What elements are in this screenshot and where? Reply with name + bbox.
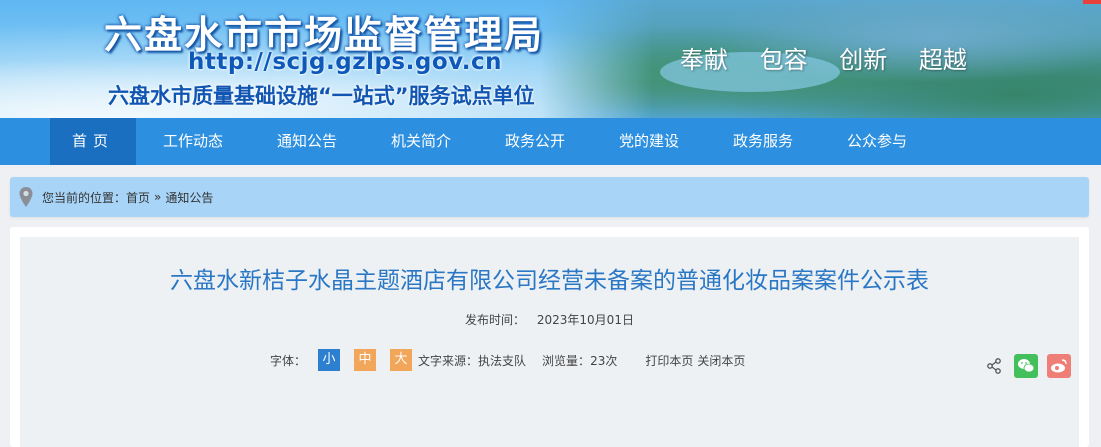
nav-item-gov-affairs[interactable]: 政务公开: [478, 118, 592, 165]
breadcrumb-home-link[interactable]: 首页: [126, 189, 150, 206]
publish-info: 发布时间： 2023年10月01日: [20, 311, 1079, 328]
breadcrumb-separator: »: [154, 190, 162, 204]
site-slogan: 奉献 包容 创新 超越: [680, 40, 981, 75]
breadcrumb-current-link[interactable]: 通知公告: [165, 189, 213, 206]
site-subtitle: 六盘水市质量基础设施“一站式”服务试点单位: [108, 84, 535, 108]
header-banner: 六盘水市市场监督管理局 http://scjg.gzlps.gov.cn 六盘水…: [0, 0, 1101, 118]
nav-item-notices[interactable]: 通知公告: [250, 118, 364, 165]
share-icon[interactable]: [983, 355, 1005, 377]
font-medium-button[interactable]: 中: [354, 349, 377, 371]
slogan-word: 创新: [839, 46, 888, 74]
font-large-button[interactable]: 大: [390, 349, 413, 371]
nav-item-party-building[interactable]: 党的建设: [592, 118, 706, 165]
nav-item-gov-services[interactable]: 政务服务: [706, 118, 820, 165]
publish-date: 2023年10月01日: [536, 313, 634, 327]
article-meta: 字体： 小 中 大 文字来源： 执法支队 浏览量： 23次 打印本页 关闭本页: [270, 347, 745, 373]
article-body: 六盘水新桔子水晶主题酒店有限公司经营未备案的普通化妆品案案件公示表 发布时间： …: [20, 237, 1079, 447]
article-panel: 六盘水新桔子水晶主题酒店有限公司经营未备案的普通化妆品案案件公示表 发布时间： …: [10, 227, 1089, 447]
font-small-button[interactable]: 小: [318, 349, 341, 371]
nav-item-about[interactable]: 机关简介: [364, 118, 478, 165]
slogan-word: 奉献: [680, 46, 728, 74]
source-label: 文字来源：: [418, 353, 479, 368]
site-url: http://scjg.gzlps.gov.cn: [188, 49, 502, 75]
views-value: 23次: [590, 353, 618, 368]
source-value: 执法支队: [478, 353, 527, 368]
nav-item-work-news[interactable]: 工作动态: [136, 118, 250, 165]
slogan-word: 包容: [759, 46, 808, 74]
breadcrumb-prefix: 您当前的位置：: [42, 190, 127, 205]
close-page-link[interactable]: 关闭本页: [697, 352, 745, 369]
font-size-label: 字体：: [270, 353, 307, 368]
corner-accent: [1083, 0, 1101, 4]
slogan-word: 超越: [918, 46, 967, 74]
location-pin-icon: [19, 187, 33, 207]
views-label: 浏览量：: [542, 353, 591, 368]
main-nav: 首页 工作动态 通知公告 机关简介 政务公开 党的建设 政务服务 公众参与: [0, 118, 1101, 165]
nav-item-home[interactable]: 首页: [50, 118, 136, 165]
nav-item-public-participation[interactable]: 公众参与: [820, 118, 934, 165]
publish-label: 发布时间：: [465, 313, 526, 327]
wechat-icon[interactable]: [1014, 354, 1038, 378]
breadcrumb: 您当前的位置： 首页 » 通知公告: [10, 177, 1089, 217]
weibo-icon[interactable]: [1047, 354, 1071, 378]
share-bar: [974, 354, 1071, 378]
article-title: 六盘水新桔子水晶主题酒店有限公司经营未备案的普通化妆品案案件公示表: [170, 268, 929, 294]
print-page-link[interactable]: 打印本页: [645, 352, 693, 369]
